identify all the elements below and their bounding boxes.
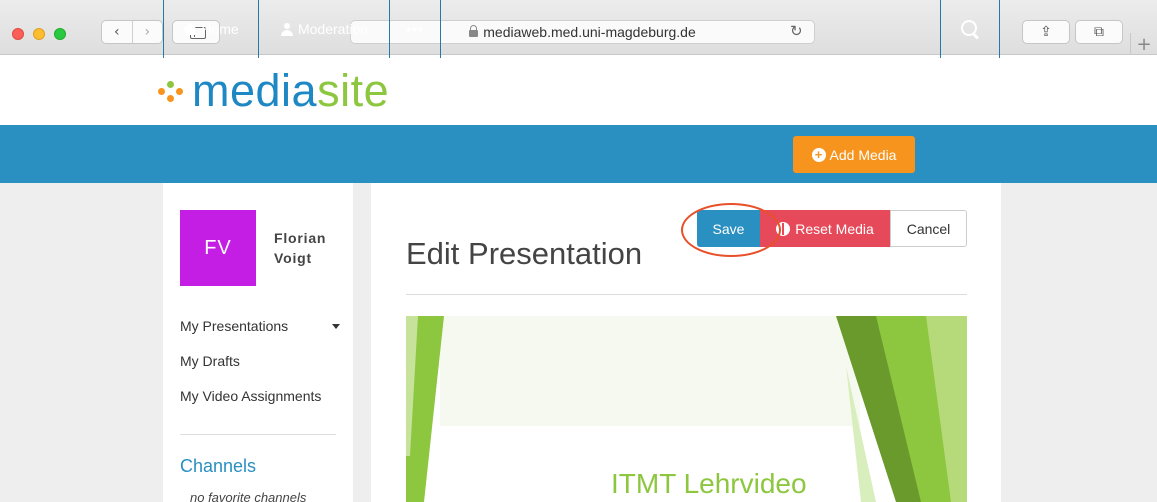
- logo-dots-icon: [158, 77, 188, 105]
- mediasite-logo[interactable]: mediasite: [158, 65, 390, 116]
- plus-circle-icon: +: [811, 147, 826, 162]
- main-navbar: [0, 125, 1157, 183]
- logo-wordmark: mediasite: [192, 65, 390, 116]
- search-icon: [960, 19, 980, 39]
- url-text: mediaweb.med.uni-magdeburg.de: [483, 24, 696, 40]
- more-icon: •••: [406, 21, 424, 37]
- user-icon: [280, 22, 294, 36]
- cancel-button[interactable]: Cancel: [890, 210, 967, 247]
- share-icon[interactable]: ⇪: [1022, 20, 1070, 44]
- tabs-overview-icon[interactable]: ⧉: [1075, 20, 1123, 44]
- channels-heading[interactable]: Channels: [180, 456, 256, 477]
- minimize-window-button[interactable]: [33, 28, 45, 40]
- nav-search[interactable]: [940, 0, 1000, 58]
- home-icon: [183, 23, 198, 35]
- chevron-down-icon[interactable]: [332, 324, 340, 329]
- close-window-button[interactable]: [12, 28, 24, 40]
- annotation-highlight-circle: [681, 203, 781, 257]
- sidebar-item-my-presentations[interactable]: My Presentations: [180, 318, 288, 334]
- zoom-window-button[interactable]: [54, 28, 66, 40]
- add-media-button[interactable]: + Add Media: [793, 136, 915, 173]
- nav-more-menu[interactable]: •••: [389, 0, 441, 58]
- title-divider: [406, 294, 967, 295]
- nav-moderation[interactable]: Moderation: [258, 0, 389, 58]
- no-favorite-channels-text: no favorite channels: [190, 490, 307, 502]
- lock-icon: [469, 24, 479, 37]
- page-title: Edit Presentation: [406, 236, 643, 271]
- back-icon[interactable]: ‹: [102, 21, 132, 43]
- new-tab-icon[interactable]: +: [1130, 33, 1157, 55]
- user-first-name[interactable]: Florian: [274, 230, 326, 246]
- sidebar-item-my-drafts[interactable]: My Drafts: [180, 353, 240, 369]
- sidebar-divider: [180, 434, 336, 435]
- reload-icon[interactable]: ↻: [790, 22, 803, 40]
- sidebar-item-my-video-assignments[interactable]: My Video Assignments: [180, 388, 321, 404]
- user-last-name[interactable]: Voigt: [274, 250, 312, 266]
- nav-home[interactable]: Home: [163, 0, 258, 58]
- avatar[interactable]: FV: [180, 210, 256, 286]
- forward-icon[interactable]: ›: [131, 21, 163, 43]
- slide-title-text: ITMT Lehrvideo: [611, 468, 807, 499]
- history-nav-buttons: ‹ ›: [101, 20, 163, 44]
